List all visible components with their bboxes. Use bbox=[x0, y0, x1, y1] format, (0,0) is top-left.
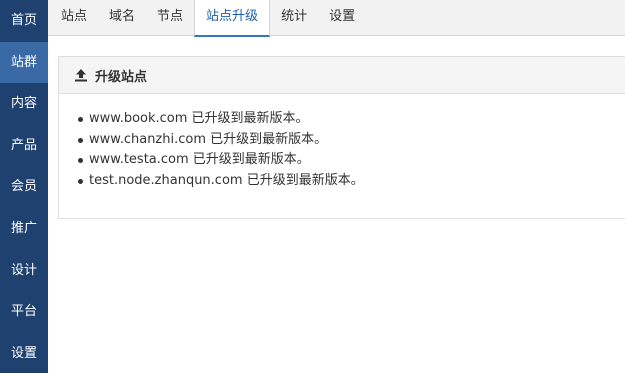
bullet-icon bbox=[78, 158, 83, 163]
panel-header: 升级站点 bbox=[59, 57, 625, 94]
upload-icon bbox=[74, 68, 88, 82]
tab-sites[interactable]: 站点 bbox=[50, 0, 98, 36]
sidebar-item-site-group[interactable]: 站群 bbox=[0, 41, 48, 84]
bullet-icon bbox=[78, 178, 83, 184]
result-text: www.testa.com 已升级到最新版本。 bbox=[89, 152, 310, 167]
bullet-icon bbox=[78, 137, 83, 143]
result-text: www.chanzhi.com 已升级到最新版本。 bbox=[89, 131, 328, 147]
sidebar-item-settings[interactable]: 设置 bbox=[0, 333, 48, 373]
list-item: www.testa.com 已升级到最新版本。 bbox=[78, 150, 625, 171]
tab-list: 站点 域名 节点 站点升级 统计 设置 bbox=[48, 0, 625, 37]
tab-domains[interactable]: 域名 bbox=[98, 0, 146, 36]
sidebar-item-design[interactable]: 设计 bbox=[0, 250, 48, 292]
upgrade-panel: 升级站点 www.book.com 已升级到最新版本。 www.chanzhi.… bbox=[58, 56, 625, 219]
tab-settings[interactable]: 设置 bbox=[318, 0, 366, 36]
result-text: www.book.com 已升级到最新版本。 bbox=[89, 111, 309, 126]
bullet-icon bbox=[78, 117, 83, 122]
top-tab-bar: 站点 域名 节点 站点升级 统计 设置 bbox=[48, 0, 625, 37]
panel-title: 升级站点 bbox=[95, 69, 148, 85]
tab-statistics[interactable]: 统计 bbox=[270, 0, 318, 36]
upgrade-result-list: www.book.com 已升级到最新版本。 www.chanzhi.com 已… bbox=[59, 94, 625, 191]
sidebar-item-products[interactable]: 产品 bbox=[0, 125, 48, 167]
tab-nodes[interactable]: 节点 bbox=[146, 0, 194, 36]
main-content: 升级站点 www.book.com 已升级到最新版本。 www.chanzhi.… bbox=[48, 36, 625, 373]
sidebar-item-platform[interactable]: 平台 bbox=[0, 291, 48, 333]
app-window: 首页 站群 内容 产品 会员 推广 设计 平台 设置 站点 域名 节点 站点升级… bbox=[0, 0, 625, 373]
sidebar: 首页 站群 内容 产品 会员 推广 设计 平台 设置 bbox=[0, 0, 48, 373]
list-item: test.node.zhanqun.com 已升级到最新版本。 bbox=[78, 171, 625, 192]
result-text: test.node.zhanqun.com 已升级到最新版本。 bbox=[89, 172, 364, 188]
tab-site-upgrade[interactable]: 站点升级 bbox=[194, 0, 271, 37]
sidebar-item-content[interactable]: 内容 bbox=[0, 83, 48, 125]
list-item: www.chanzhi.com 已升级到最新版本。 bbox=[78, 130, 625, 151]
sidebar-item-promotion[interactable]: 推广 bbox=[0, 208, 48, 250]
list-item: www.book.com 已升级到最新版本。 bbox=[78, 109, 625, 130]
sidebar-item-home[interactable]: 首页 bbox=[0, 0, 48, 42]
sidebar-item-members[interactable]: 会员 bbox=[0, 166, 48, 208]
